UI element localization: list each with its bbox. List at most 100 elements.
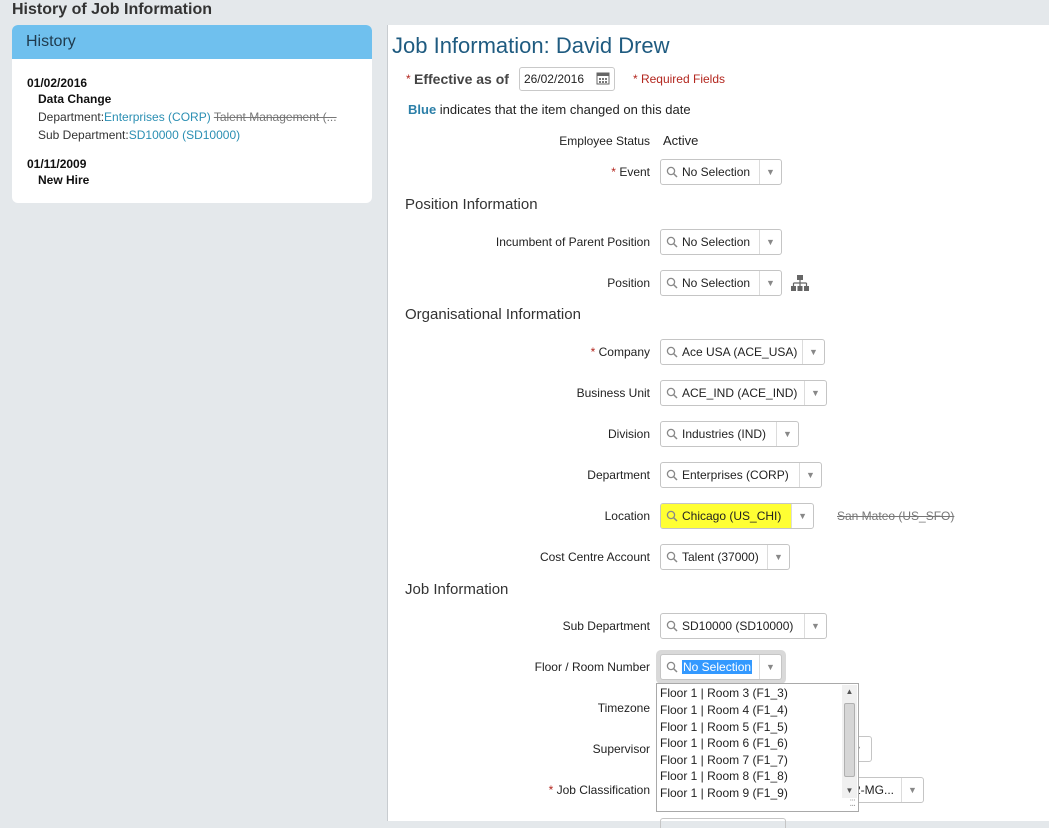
resize-grip-icon[interactable]: ⁚⁚⁚	[849, 798, 856, 809]
job-classification-label: * Job Classification	[548, 783, 650, 797]
dropdown-option[interactable]: Floor 1 | Room 7 (F1_7)	[660, 752, 788, 768]
section-position-information: Position Information	[405, 196, 538, 213]
employee-status-value: Active	[663, 133, 699, 148]
history-header: History	[12, 25, 372, 59]
chevron-down-icon[interactable]: ▼	[804, 614, 826, 638]
magnifier-icon	[663, 166, 681, 178]
chevron-down-icon[interactable]: ▼	[791, 504, 813, 528]
division-value: Industries (IND)	[682, 427, 767, 441]
scroll-thumb[interactable]	[844, 703, 855, 777]
incumbent-label: Incumbent of Parent Position	[495, 235, 650, 249]
history-change-line: Sub Department:SD10000 (SD10000)	[38, 128, 337, 142]
effective-label: Effective as of	[414, 71, 509, 87]
scroll-down-icon[interactable]: ▼	[842, 784, 857, 798]
change-new-value: SD10000 (SD10000)	[128, 128, 241, 142]
division-select[interactable]: Industries (IND) ▼	[660, 421, 799, 447]
effective-date-value: 26/02/2016	[523, 72, 585, 86]
employee-status-row: Employee Status Active	[388, 128, 1049, 154]
department-select[interactable]: Enterprises (CORP) ▼	[660, 462, 822, 488]
magnifier-icon	[663, 236, 681, 248]
dropdown-option[interactable]: Floor 1 | Room 8 (F1_8)	[660, 768, 788, 784]
company-label: * Company	[590, 345, 650, 359]
cost-centre-label: Cost Centre Account	[539, 550, 650, 564]
chevron-down-icon[interactable]: ▼	[759, 655, 781, 679]
incumbent-select[interactable]: No Selection ▼	[660, 229, 782, 255]
location-row: Location Chicago (US_CHI) ▼ San Mateo (U…	[388, 503, 1049, 529]
required-fields-note: * Required Fields	[632, 72, 725, 86]
history-change-line: Department:Enterprises (CORP) Talent Man…	[38, 110, 337, 124]
dropdown-option[interactable]: Floor 1 | Room 9 (F1_9)	[660, 785, 788, 801]
supervisor-label: Supervisor	[592, 742, 650, 756]
change-new-value: Enterprises (CORP)	[104, 110, 211, 124]
event-select[interactable]: No Selection ▼	[660, 159, 782, 185]
required-marker: *	[406, 72, 415, 86]
dropdown-option[interactable]: Floor 1 | Room 6 (F1_6)	[660, 735, 788, 751]
effective-date-input[interactable]: 26/02/2016	[518, 67, 615, 91]
employee-status-label: Employee Status	[559, 134, 650, 148]
effective-date-row: * Effective as of 26/02/2016 * Required …	[406, 67, 725, 91]
chevron-down-icon[interactable]: ▼	[759, 230, 781, 254]
location-select[interactable]: Chicago (US_CHI) ▼	[660, 503, 814, 529]
event-value: No Selection	[682, 165, 751, 179]
history-panel: History 01/02/2016 Data Change Departmen…	[12, 25, 372, 203]
scroll-up-icon[interactable]: ▲	[842, 685, 857, 699]
position-label: Position	[607, 276, 650, 290]
dropdown-option[interactable]: Floor 1 | Room 5 (F1_5)	[660, 719, 788, 735]
dropdown-option[interactable]: Floor 1 | Room 4 (F1_4)	[660, 702, 788, 718]
change-label: Sub Department:	[38, 128, 129, 142]
department-value: Enterprises (CORP)	[682, 468, 789, 482]
chevron-down-icon[interactable]: ▼	[759, 160, 781, 184]
sub-department-label: Sub Department	[562, 619, 650, 633]
event-label: * Event	[611, 165, 650, 179]
calendar-icon[interactable]	[596, 71, 610, 88]
legend-blue-word: Blue	[408, 102, 437, 117]
change-label: Department:	[38, 110, 105, 124]
section-job-information: Job Information	[405, 581, 509, 598]
business-unit-select[interactable]: ACE_IND (ACE_IND) ▼	[660, 380, 827, 406]
business-unit-row: Business Unit ACE_IND (ACE_IND) ▼	[388, 380, 1049, 406]
magnifier-icon	[663, 428, 681, 440]
next-field-select[interactable]	[660, 818, 786, 828]
history-entry[interactable]: 01/11/2009 New Hire	[27, 157, 89, 187]
history-entry[interactable]: 01/02/2016 Data Change Department:Enterp…	[27, 76, 337, 142]
division-label: Division	[607, 427, 650, 441]
chevron-down-icon[interactable]: ▼	[901, 778, 923, 802]
history-event: New Hire	[38, 173, 90, 187]
page-title: History of Job Information	[12, 1, 212, 18]
sub-department-value: SD10000 (SD10000)	[682, 619, 794, 633]
magnifier-icon	[663, 551, 681, 563]
chevron-down-icon[interactable]: ▼	[802, 340, 824, 364]
cost-centre-value: Talent (37000)	[682, 550, 759, 564]
magnifier-icon	[663, 346, 681, 358]
location-value: Chicago (US_CHI)	[682, 509, 782, 523]
cost-centre-select[interactable]: Talent (37000) ▼	[660, 544, 790, 570]
chevron-down-icon[interactable]: ▼	[776, 422, 798, 446]
event-row: * Event No Selection ▼	[388, 159, 1049, 185]
chevron-down-icon[interactable]: ▼	[759, 271, 781, 295]
business-unit-label: Business Unit	[576, 386, 650, 400]
floor-room-select[interactable]: No Selection ▼	[660, 654, 782, 680]
position-row: Position No Selection ▼	[388, 270, 1049, 296]
history-date: 01/02/2016	[27, 76, 88, 90]
timezone-label: Timezone	[597, 701, 650, 715]
job-info-title: Job Information: David Drew	[392, 33, 670, 58]
chevron-down-icon[interactable]: ▼	[767, 545, 789, 569]
history-date: 01/11/2009	[27, 157, 87, 171]
sub-department-select[interactable]: SD10000 (SD10000) ▼	[660, 613, 827, 639]
magnifier-icon	[663, 661, 681, 673]
position-select[interactable]: No Selection ▼	[660, 270, 782, 296]
chevron-down-icon[interactable]: ▼	[799, 463, 821, 487]
sub-department-row: Sub Department SD10000 (SD10000) ▼	[388, 613, 1049, 639]
floor-room-label: Floor / Room Number	[534, 660, 650, 674]
incumbent-value: No Selection	[682, 235, 751, 249]
chevron-down-icon[interactable]: ▼	[804, 381, 826, 405]
dropdown-scrollbar[interactable]: ▲ ▼	[842, 685, 857, 798]
incumbent-row: Incumbent of Parent Position No Selectio…	[388, 229, 1049, 255]
legend-note: Blue indicates that the item changed on …	[408, 102, 691, 117]
history-event: Data Change	[38, 92, 112, 106]
org-chart-icon[interactable]	[791, 275, 809, 294]
magnifier-icon	[663, 620, 681, 632]
dropdown-option[interactable]: Floor 1 | Room 3 (F1_3)	[660, 685, 788, 701]
floor-room-dropdown-list[interactable]: Floor 1 | Room 3 (F1_3) Floor 1 | Room 4…	[656, 683, 859, 812]
company-select[interactable]: Ace USA (ACE_USA) ▼	[660, 339, 825, 365]
